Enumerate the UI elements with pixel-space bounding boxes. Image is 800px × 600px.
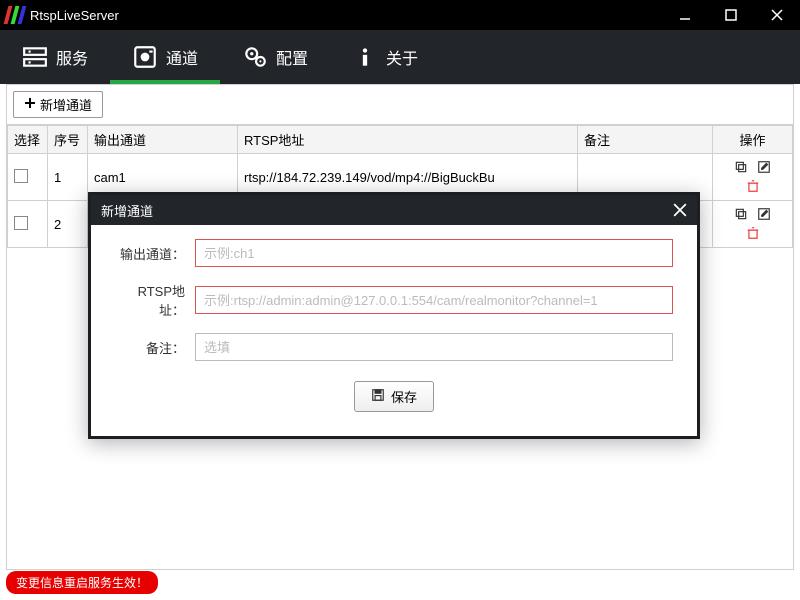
- tab-config[interactable]: 配置: [220, 30, 330, 84]
- delete-icon[interactable]: [744, 177, 762, 195]
- col-select: 选择: [8, 126, 48, 154]
- col-index: 序号: [48, 126, 88, 154]
- tab-service[interactable]: 服务: [0, 30, 110, 84]
- modal-title: 新增通道: [101, 201, 153, 220]
- close-button[interactable]: [754, 0, 800, 30]
- col-action: 操作: [713, 126, 793, 154]
- minimize-button[interactable]: [662, 0, 708, 30]
- col-note: 备注: [578, 126, 713, 154]
- window-title: RtspLiveServer: [30, 8, 662, 23]
- add-channel-modal: 新增通道 输出通道： RTSP地址： 备注： 保存: [88, 192, 700, 439]
- save-label: 保存: [391, 387, 417, 406]
- tab-service-label: 服务: [56, 45, 88, 69]
- col-rtsp: RTSP地址: [238, 126, 578, 154]
- maximize-button[interactable]: [708, 0, 754, 30]
- config-icon: [242, 44, 268, 70]
- modal-close-button[interactable]: [673, 203, 687, 217]
- tab-config-label: 配置: [276, 45, 308, 69]
- main-tabs: 服务 通道 配置 关于: [0, 30, 800, 84]
- footer: 变更信息重启服务生效！: [6, 571, 158, 594]
- cell-index: 2: [48, 201, 88, 248]
- add-channel-label: 新增通道: [40, 95, 92, 114]
- cell-index: 1: [48, 154, 88, 201]
- input-note[interactable]: [195, 333, 673, 361]
- edit-icon[interactable]: [755, 205, 773, 223]
- plus-icon: [24, 97, 36, 112]
- save-button[interactable]: 保存: [354, 381, 434, 412]
- tab-channel[interactable]: 通道: [110, 30, 220, 84]
- add-channel-button[interactable]: 新增通道: [13, 91, 103, 118]
- app-logo: [6, 6, 24, 24]
- modal-header[interactable]: 新增通道: [91, 195, 697, 225]
- tab-about-label: 关于: [386, 45, 418, 69]
- label-note: 备注：: [115, 338, 195, 357]
- edit-icon[interactable]: [755, 158, 773, 176]
- delete-icon[interactable]: [744, 224, 762, 242]
- channel-icon: [132, 44, 158, 70]
- save-icon: [371, 388, 385, 405]
- label-output: 输出通道：: [115, 244, 195, 263]
- restart-notice-badge: 变更信息重启服务生效！: [6, 571, 158, 594]
- input-rtsp-url[interactable]: [195, 286, 673, 314]
- tab-channel-label: 通道: [166, 45, 198, 69]
- copy-icon[interactable]: [732, 158, 750, 176]
- tab-about[interactable]: 关于: [330, 30, 440, 84]
- copy-icon[interactable]: [732, 205, 750, 223]
- service-icon: [22, 44, 48, 70]
- input-output-channel[interactable]: [195, 239, 673, 267]
- col-output: 输出通道: [88, 126, 238, 154]
- toolbar: 新增通道: [7, 85, 793, 125]
- label-rtsp: RTSP地址：: [115, 281, 195, 319]
- row-checkbox[interactable]: [14, 216, 28, 230]
- window-titlebar: RtspLiveServer: [0, 0, 800, 30]
- row-checkbox[interactable]: [14, 169, 28, 183]
- about-icon: [352, 44, 378, 70]
